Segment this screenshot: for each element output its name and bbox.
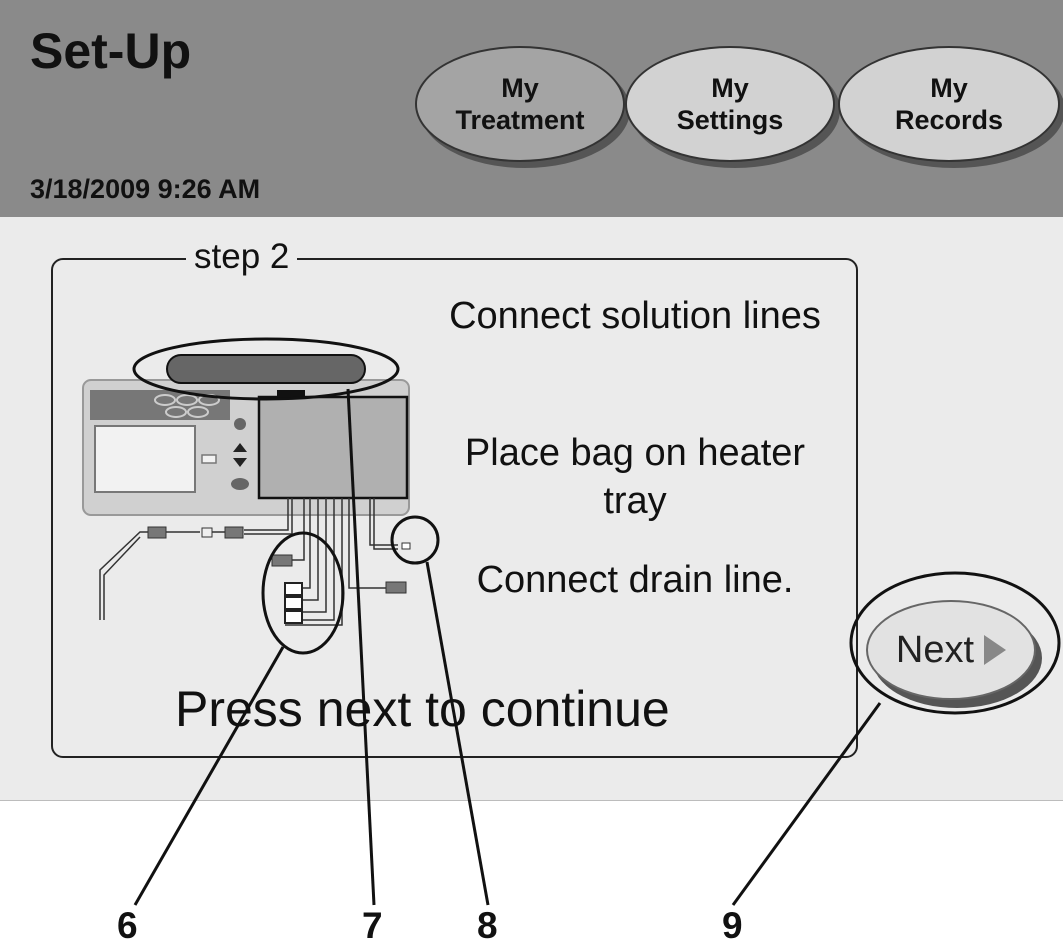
callout-8: 8 <box>477 905 498 946</box>
callout-9: 9 <box>722 905 743 946</box>
callout-6: 6 <box>117 905 138 946</box>
setup-diagram <box>82 337 1061 906</box>
callout-7: 7 <box>362 905 383 946</box>
heater-bag-illustration <box>166 354 366 384</box>
cycler-device-illustration <box>82 379 410 516</box>
